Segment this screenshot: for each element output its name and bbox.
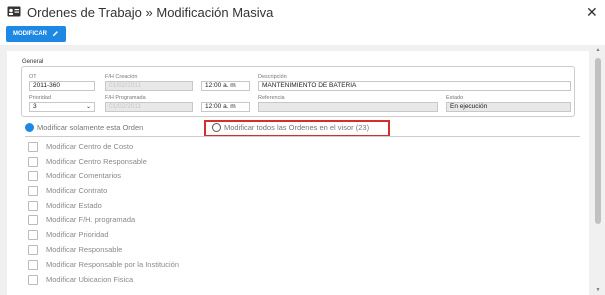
general-section-label: General <box>22 59 44 65</box>
checkbox-icon <box>28 170 38 181</box>
checkbox-label: Modificar Ubicacion Fisica <box>46 275 134 284</box>
chevron-down-icon: ⌄ <box>85 104 91 110</box>
estado-field: En ejecución <box>446 102 571 112</box>
checkbox-comentarios[interactable]: Modificar Comentarios <box>28 170 121 181</box>
checkbox-icon <box>28 259 38 270</box>
checkbox-label: Modificar Prioridad <box>46 230 109 239</box>
programada-label: F/H Programada <box>105 95 146 101</box>
checkbox-label: Modificar Responsable <box>46 245 123 254</box>
prioridad-value: 3 <box>33 103 37 110</box>
work-order-icon <box>7 6 21 17</box>
prioridad-label: Prioridad <box>29 95 52 101</box>
checkbox-label: Modificar Centro de Costo <box>46 142 134 151</box>
checkbox-label: Modificar Contrato <box>46 186 108 195</box>
creacion-label: F/H Creación <box>105 74 138 80</box>
modificar-button[interactable]: MODIFICAR <box>6 26 66 42</box>
programada-date-field[interactable]: 01/02/2011 <box>105 102 193 112</box>
checkbox-icon <box>28 185 38 196</box>
radio-single-order[interactable]: Modificar solamente esta Orden <box>25 123 143 132</box>
checkbox-centro-costo[interactable]: Modificar Centro de Costo <box>28 141 133 152</box>
checkbox-icon <box>28 141 38 152</box>
highlight-box <box>204 120 390 137</box>
descripcion-field[interactable]: MANTENIMIENTO DE BATERIA <box>258 81 571 91</box>
window-title: Ordenes de Trabajo » Modificación Masiva <box>27 5 274 20</box>
ot-label: OT <box>29 74 37 80</box>
referencia-field[interactable] <box>258 102 438 112</box>
pencil-icon <box>52 31 58 37</box>
checkbox-label: Modificar Estado <box>46 201 102 210</box>
checkbox-icon <box>28 229 38 240</box>
creacion-time-field: 12:00 a. m <box>201 81 250 91</box>
checkbox-responsable[interactable]: Modificar Responsable <box>28 244 122 255</box>
close-icon[interactable]: ✕ <box>586 5 598 19</box>
programada-time-field[interactable]: 12:00 a. m <box>201 102 250 112</box>
referencia-label: Referencia <box>258 95 285 101</box>
scroll-thumb[interactable] <box>595 58 601 224</box>
checkbox-label: Modificar Centro Responsable <box>46 157 147 166</box>
checkbox-fh-programada[interactable]: Modificar F/H. programada <box>28 214 135 225</box>
creacion-date-field: 01/02/2011 <box>105 81 193 91</box>
checkbox-estado[interactable]: Modificar Estado <box>28 200 102 211</box>
ot-field[interactable]: 2011-360 <box>29 81 95 91</box>
checkbox-label: Modificar Comentarios <box>46 171 122 180</box>
radio-single-label: Modificar solamente esta Orden <box>37 123 144 132</box>
title-bar: Ordenes de Trabajo » Modificación Masiva… <box>0 0 605 24</box>
toolbar: MODIFICAR <box>0 24 605 45</box>
estado-label: Estado <box>446 95 464 101</box>
checkbox-prioridad[interactable]: Modificar Prioridad <box>28 229 109 240</box>
checkbox-icon <box>28 156 38 167</box>
checkbox-icon <box>28 274 38 285</box>
checkbox-responsable-institucion[interactable]: Modificar Responsable por la Institución <box>28 259 179 270</box>
checkbox-icon <box>28 244 38 255</box>
prioridad-select[interactable]: 3 ⌄ <box>29 102 95 112</box>
modificar-button-label: MODIFICAR <box>13 31 47 37</box>
radio-selected-icon <box>25 123 34 132</box>
checkbox-label: Modificar Responsable por la Institución <box>46 260 179 269</box>
checkbox-contrato[interactable]: Modificar Contrato <box>28 185 107 196</box>
scroll-up-icon[interactable]: ▲ <box>595 47 601 53</box>
checkbox-icon <box>28 200 38 211</box>
descripcion-label: Descripción <box>258 74 287 80</box>
divider <box>25 136 580 137</box>
checkbox-label: Modificar F/H. programada <box>46 215 136 224</box>
checkbox-icon <box>28 214 38 225</box>
scroll-down-icon[interactable]: ▼ <box>595 287 601 293</box>
checkbox-ubicacion-fisica[interactable]: Modificar Ubicacion Fisica <box>28 274 133 285</box>
vertical-scrollbar[interactable]: ▲ ▼ <box>594 45 602 295</box>
checkbox-centro-responsable[interactable]: Modificar Centro Responsable <box>28 156 147 167</box>
